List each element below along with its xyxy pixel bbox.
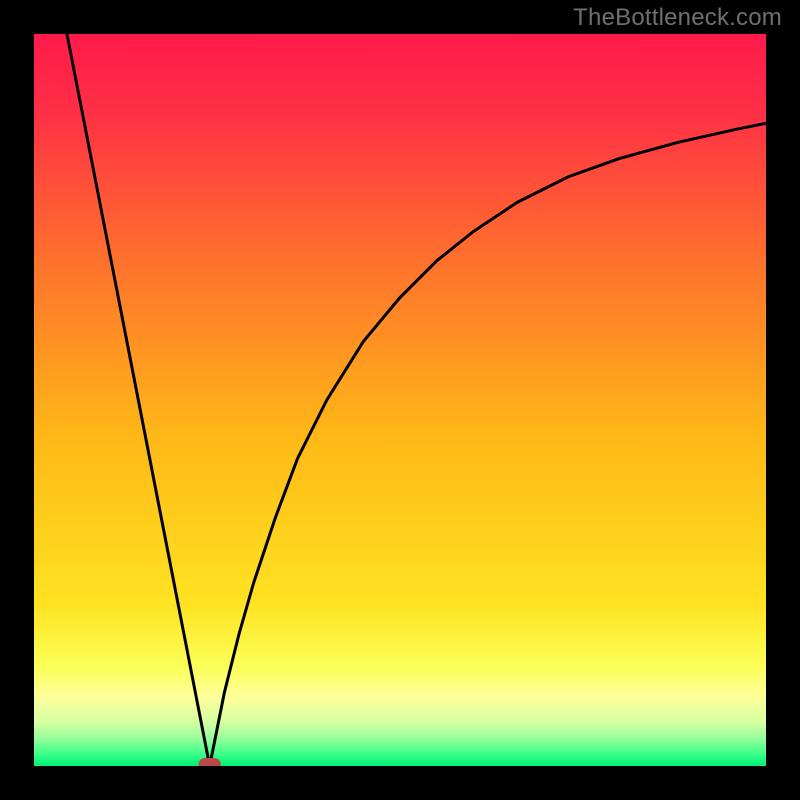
gradient-background xyxy=(34,34,766,766)
min-marker-pill xyxy=(199,758,221,766)
chart-svg xyxy=(34,34,766,766)
attribution-text: TheBottleneck.com xyxy=(573,4,782,32)
min-marker xyxy=(199,758,221,766)
chart-frame: TheBottleneck.com xyxy=(0,0,800,800)
